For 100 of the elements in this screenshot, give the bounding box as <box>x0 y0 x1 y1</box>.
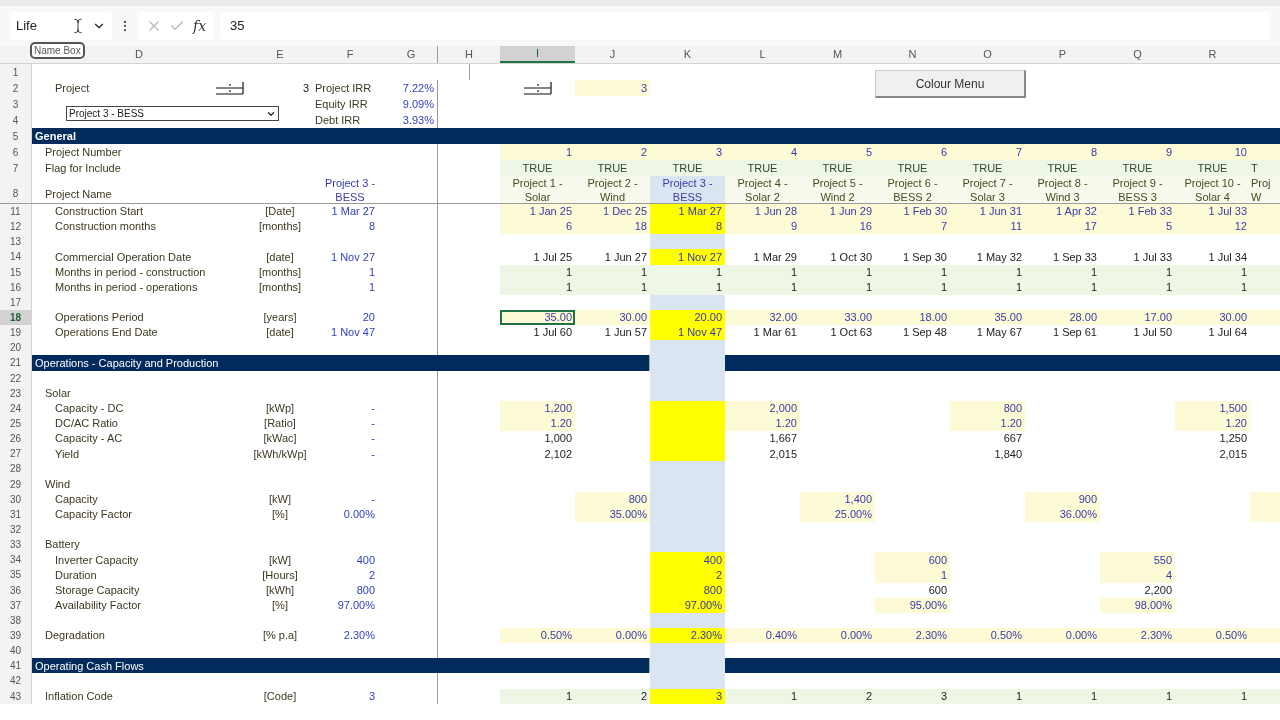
row-header[interactable]: 41 <box>0 658 32 674</box>
row-header[interactable]: 7 <box>0 160 32 176</box>
row-header[interactable]: 12 <box>0 219 32 235</box>
table-cell-text: 1 Jul 25 <box>532 249 573 265</box>
row-header[interactable]: 5 <box>0 128 32 144</box>
column-header[interactable]: P <box>1025 46 1100 63</box>
unit-label: [date] <box>266 325 294 341</box>
row-label: Operations End Date <box>55 325 158 341</box>
row-header[interactable]: 14 <box>0 249 32 265</box>
column-header[interactable]: I <box>500 46 575 63</box>
table-cell: Proj W <box>1250 176 1280 203</box>
table-cell: Project 10 - Solar 4 <box>1175 176 1250 203</box>
table-cell: 5 <box>800 144 875 160</box>
row-header[interactable]: 35 <box>0 567 32 583</box>
row-header[interactable]: 27 <box>0 446 32 462</box>
row-header[interactable]: 6 <box>0 144 32 160</box>
table-cell: 8 <box>1025 144 1100 160</box>
column-header[interactable]: J <box>575 46 650 63</box>
table-cell: TRUE <box>1025 160 1100 176</box>
row-header[interactable]: 33 <box>0 537 32 553</box>
unit-label: [years] <box>263 310 297 326</box>
table-cell: Project 7 - Solar 3 <box>950 176 1025 203</box>
column-header[interactable]: H <box>438 46 500 63</box>
table-cell: 4 <box>1100 567 1175 583</box>
row-header[interactable]: 34 <box>0 552 32 568</box>
row-header[interactable]: 3 <box>0 96 32 112</box>
function-button[interactable]: fx <box>193 15 207 37</box>
row-label: Solar <box>45 386 71 401</box>
row-header[interactable]: 2 <box>0 80 32 96</box>
table-cell: Project 6 - BESS 2 <box>875 176 950 203</box>
table-cell: 1,400 <box>800 491 875 507</box>
column-header[interactable]: Q <box>1100 46 1175 63</box>
name-box-tooltip: Name Box <box>30 42 85 59</box>
table-cell: 2 <box>575 144 650 160</box>
spinner-icon[interactable] <box>522 81 553 95</box>
irr-label: Project IRR <box>315 80 372 96</box>
table-cell: 0.40% <box>725 627 800 644</box>
unit-label: [kWh/kWp] <box>253 446 307 462</box>
table-cell: 1 Jan 25 <box>500 204 575 220</box>
table-cell-text: 2,015 <box>768 446 798 462</box>
column-header[interactable]: R <box>1175 46 1250 63</box>
table-cell: 17 <box>1025 219 1100 235</box>
column-header[interactable]: O <box>950 46 1025 63</box>
table-cell: 9 <box>1100 144 1175 160</box>
project-dropdown[interactable]: Project 3 - BESS <box>66 106 279 121</box>
column-header[interactable]: K <box>650 46 725 63</box>
table-cell: TRUE <box>950 160 1025 176</box>
unit-label: [months] <box>258 264 302 280</box>
table-cell: 1 <box>950 264 1025 280</box>
column-header[interactable]: N <box>875 46 950 63</box>
row-header[interactable]: 20 <box>0 340 32 356</box>
table-cell: 1 <box>500 144 575 160</box>
value-cell-text: - <box>371 492 375 507</box>
row-header[interactable]: 11 <box>0 204 32 220</box>
name-box[interactable]: Life <box>10 12 112 40</box>
table-cell: 11 <box>950 219 1025 235</box>
table-cell: 800 <box>575 491 650 507</box>
column-header[interactable]: L <box>725 46 800 63</box>
row-header[interactable]: 26 <box>0 431 32 447</box>
table-cell: Project 5 - Wind 2 <box>800 176 875 203</box>
table-cell: 1 Jun 28 <box>725 204 800 220</box>
unit-label: [Date] <box>265 204 295 220</box>
unit-label: [date] <box>266 249 294 265</box>
formula-input[interactable]: 35 <box>220 12 1270 40</box>
column-header[interactable]: F <box>315 46 385 63</box>
irr-value: 7.22% <box>402 80 434 96</box>
spinner-icon[interactable] <box>215 81 245 95</box>
table-cell-text: 1 Mar 61 <box>752 325 798 341</box>
table-cell: 1 <box>875 567 950 583</box>
row-header[interactable]: 42 <box>0 673 32 689</box>
table-cell: 1,500 <box>1175 400 1250 416</box>
column-header[interactable]: E <box>245 46 315 63</box>
row-header[interactable]: 19 <box>0 325 32 341</box>
table-cell-text: 1 May 32 <box>975 249 1023 265</box>
irr-value: 3.93% <box>402 112 434 128</box>
table-cell: 1 Jun 31 <box>950 204 1025 220</box>
row-header[interactable]: 4 <box>0 112 32 128</box>
column-header[interactable]: G <box>385 46 438 63</box>
table-cell-text: 1,667 <box>768 431 798 447</box>
table-cell: 1 <box>500 264 575 280</box>
row-header[interactable]: 40 <box>0 643 32 659</box>
unit-label: [Code] <box>263 688 297 704</box>
table-cell: 1 <box>1025 264 1100 280</box>
row-header[interactable]: 21 <box>0 355 32 371</box>
value-cell-text: 3 <box>368 688 375 704</box>
unit-label: [Ratio] <box>264 416 296 432</box>
row-header[interactable]: 13 <box>0 234 32 250</box>
row-header[interactable]: 28 <box>0 461 32 477</box>
table-cell-text: 1 Sep 48 <box>901 325 948 341</box>
row-label: Flag for Include <box>45 160 121 176</box>
colour-menu-button[interactable]: Colour Menu <box>875 70 1026 98</box>
column-header[interactable]: M <box>800 46 875 63</box>
value-cell-text: - <box>371 431 375 447</box>
table-cell: 1 <box>1100 264 1175 280</box>
table-cell-text: 1 Oct 30 <box>829 249 873 265</box>
row-header[interactable]: 1 <box>0 64 32 80</box>
row-header[interactable]: 8 <box>0 176 32 203</box>
table-cell-text: 2,102 <box>543 446 573 462</box>
unit-label: [%] <box>272 598 288 613</box>
table-cell: 30.00 <box>1175 310 1250 326</box>
